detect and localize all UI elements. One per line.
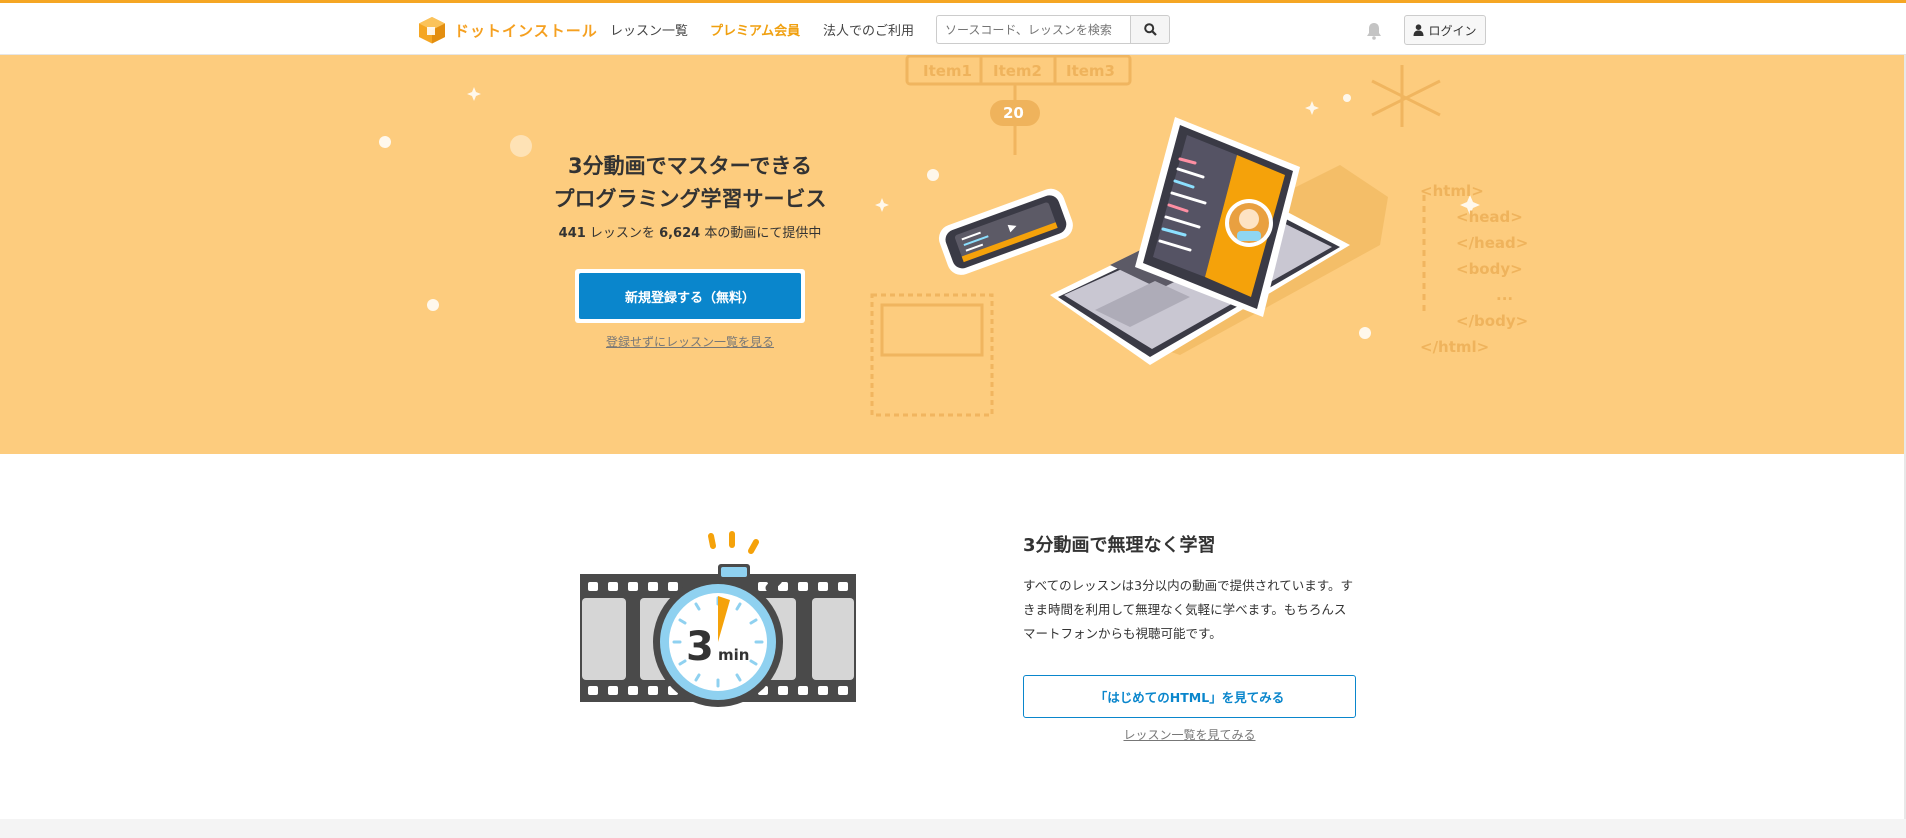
hero-title-line2: プログラミング学習サービス <box>553 187 827 211</box>
nav-premium[interactable]: プレミアム会員 <box>710 20 800 39</box>
first-html-button[interactable]: 「はじめてのHTML」を見てみる <box>1023 675 1356 718</box>
hero-subtitle: 441 レッスンを 6,624 本の動画にて提供中 <box>520 222 860 241</box>
art-code-4: ... <box>1496 286 1513 304</box>
art-code-2: </head> <box>1456 234 1528 252</box>
signup-button-frame: 新規登録する（無料） <box>575 269 805 323</box>
hero-title: 3分動画でマスターできる プログラミング学習サービス <box>520 150 860 216</box>
signup-button[interactable]: 新規登録する（無料） <box>579 273 801 319</box>
login-label: ログイン <box>1428 23 1477 38</box>
nav-lessons[interactable]: レッスン一覧 <box>610 20 688 39</box>
site-header: ドットインストール レッスン一覧 プレミアム会員 法人でのご利用 ログイン <box>0 3 1906 55</box>
hero-title-line1: 3分動画でマスターできる <box>568 154 812 178</box>
art-number: 20 <box>1003 104 1024 122</box>
bell-icon[interactable] <box>1366 22 1382 40</box>
search-icon <box>1143 23 1157 36</box>
search-button[interactable] <box>1130 15 1170 44</box>
art-code-0: <html> <box>1420 182 1484 200</box>
hero-section: Item1 Item2 Item3 20 <html> <head> </hea… <box>0 55 1906 454</box>
lesson-text: レッスンを <box>585 226 660 241</box>
search-input[interactable] <box>936 15 1130 44</box>
art-item1: Item1 <box>923 62 972 80</box>
art-code-5: </body> <box>1456 312 1528 330</box>
logo-text: ドットインストール <box>454 21 598 40</box>
browse-lessons-link[interactable]: 登録せずにレッスン一覧を見る <box>520 333 860 350</box>
search-form <box>936 15 1170 44</box>
feature-title: 3分動画で無理なく学習 <box>1023 535 1216 556</box>
art-item2: Item2 <box>993 62 1042 80</box>
video-count: 6,624 <box>659 226 701 241</box>
hero-illustration: Item1 Item2 Item3 20 <html> <head> </hea… <box>379 55 1528 417</box>
box-logo-icon <box>419 17 445 44</box>
timer-filmstrip-illustration: 3 min <box>580 531 856 707</box>
art-item3: Item3 <box>1066 62 1115 80</box>
site-logo[interactable]: ドットインストール <box>418 16 598 44</box>
login-button[interactable]: ログイン <box>1404 15 1486 45</box>
art-code-6: </html> <box>1420 338 1489 356</box>
art-code-3: <body> <box>1456 260 1523 278</box>
next-section-band <box>0 819 1906 838</box>
lesson-count: 441 <box>558 226 586 241</box>
art-code-1: <head> <box>1456 208 1523 226</box>
user-icon <box>1413 24 1424 36</box>
timer-unit: min <box>718 646 749 664</box>
timer-number: 3 <box>686 624 714 670</box>
nav-business[interactable]: 法人でのご利用 <box>823 20 914 39</box>
feature-description: すべてのレッスンは3分以内の動画で提供されています。すきま時間を利用して無理なく… <box>1023 578 1353 641</box>
video-text: 本の動画にて提供中 <box>700 226 822 241</box>
lesson-list-link[interactable]: レッスン一覧を見てみる <box>1023 726 1356 743</box>
